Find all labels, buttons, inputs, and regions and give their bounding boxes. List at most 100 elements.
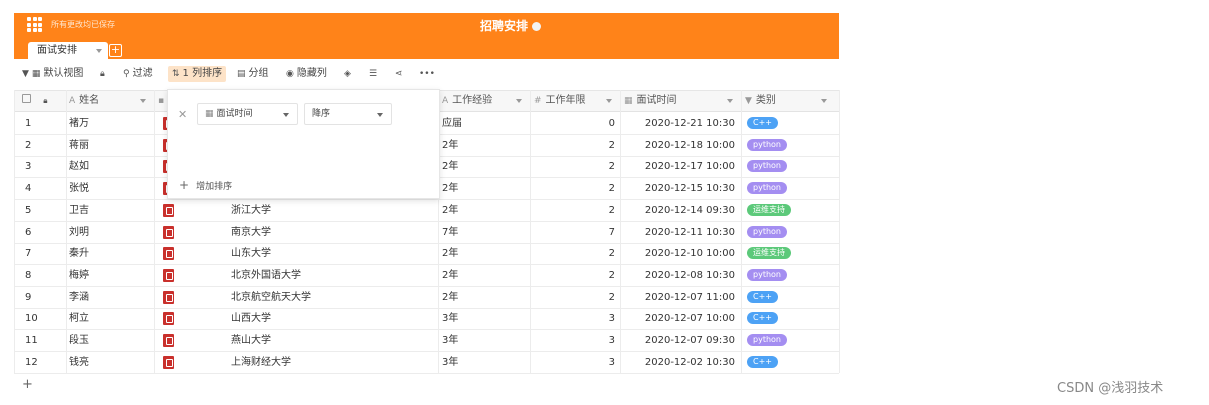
share-button[interactable]: ⋖ [395, 66, 406, 82]
more-button[interactable]: ••• [419, 66, 438, 82]
row-number[interactable]: 8 [25, 265, 55, 286]
cell-years[interactable]: 0 [534, 113, 615, 134]
column-header-category[interactable]: ▼ 类别 [741, 90, 835, 112]
cell-experience[interactable]: 2年 [442, 200, 522, 221]
chevron-down-icon[interactable] [516, 99, 522, 103]
cell-category[interactable]: C++ [747, 113, 832, 134]
table-row[interactable]: 7 秦升 山东大学 2年 2 2020-12-10 10:00 运维支持 [14, 243, 839, 266]
cell-category[interactable]: C++ [747, 308, 832, 329]
chevron-down-icon[interactable] [821, 99, 827, 103]
doc-title[interactable]: 招聘安排 [480, 19, 528, 33]
cell-name[interactable]: 褚万 [69, 113, 149, 134]
select-all-checkbox[interactable] [22, 94, 31, 103]
table-row[interactable]: 12 钱亮 上海财经大学 3年 3 2020-12-02 10:30 C++ [14, 352, 839, 374]
cell-school[interactable]: 山东大学 [231, 243, 323, 264]
cell-name[interactable]: 梅婷 [69, 265, 149, 286]
cell-years[interactable]: 2 [534, 200, 615, 221]
cell-experience[interactable]: 2年 [442, 178, 522, 199]
table-row[interactable]: 11 段玉 燕山大学 3年 3 2020-12-07 09:30 python [14, 330, 839, 352]
add-sort-button[interactable]: + 增加排序 [179, 178, 232, 192]
cell-years[interactable]: 2 [534, 156, 615, 177]
tab-interview[interactable]: 面试安排 [28, 42, 108, 59]
view-selector[interactable]: ▼ ▦ 默认视图 [22, 66, 83, 82]
cell-name[interactable]: 张悦 [69, 178, 149, 199]
cell-name[interactable]: 刘明 [69, 222, 149, 243]
cell-years[interactable]: 2 [534, 178, 615, 199]
cell-experience[interactable]: 2年 [442, 265, 522, 286]
row-number[interactable]: 7 [25, 243, 55, 264]
cell-years[interactable]: 3 [534, 352, 615, 373]
cell-category[interactable]: python [747, 330, 832, 351]
row-number[interactable]: 6 [25, 222, 55, 243]
cell-interview-time[interactable]: 2020-12-07 11:00 [626, 287, 735, 308]
row-height-button[interactable]: ☰ [369, 66, 380, 82]
cell-experience[interactable]: 2年 [442, 243, 522, 264]
table-row[interactable]: 8 梅婷 北京外国语大学 2年 2 2020-12-08 10:30 python [14, 265, 839, 287]
cell-experience[interactable]: 2年 [442, 156, 522, 177]
cell-category[interactable]: python [747, 135, 832, 156]
row-number[interactable]: 11 [25, 330, 55, 351]
row-number[interactable]: 4 [25, 178, 55, 199]
cell-years[interactable]: 7 [534, 222, 615, 243]
chevron-down-icon[interactable] [727, 99, 733, 103]
cell-name[interactable]: 蒋丽 [69, 135, 149, 156]
chevron-down-icon[interactable] [96, 49, 102, 53]
cell-school[interactable]: 上海财经大学 [231, 352, 323, 373]
close-icon[interactable]: ✕ [178, 108, 187, 121]
cell-name[interactable]: 秦升 [69, 243, 149, 264]
cell-category[interactable]: python [747, 265, 832, 286]
cell-school[interactable]: 南京大学 [231, 222, 323, 243]
cell-category[interactable]: python [747, 156, 832, 177]
apps-grid-icon[interactable] [27, 17, 42, 32]
cell-name[interactable]: 段玉 [69, 330, 149, 351]
lock-button[interactable]: 🔒︎ [100, 66, 108, 82]
row-number[interactable]: 5 [25, 200, 55, 221]
table-row[interactable]: 9 李涵 北京航空航天大学 2年 2 2020-12-07 11:00 C++ [14, 287, 839, 309]
cell-name[interactable]: 钱亮 [69, 352, 149, 373]
row-number[interactable]: 2 [25, 135, 55, 156]
row-number[interactable]: 12 [25, 352, 55, 373]
add-row-button[interactable]: + [22, 377, 33, 392]
pdf-file-icon[interactable] [163, 290, 174, 304]
pdf-file-icon[interactable] [163, 268, 174, 282]
cell-category[interactable]: C++ [747, 287, 832, 308]
cell-experience[interactable]: 3年 [442, 308, 522, 329]
pdf-file-icon[interactable] [163, 355, 174, 369]
cell-experience[interactable]: 2年 [442, 135, 522, 156]
cell-years[interactable]: 2 [534, 135, 615, 156]
select-all[interactable]: 🔒︎ [22, 90, 52, 112]
pdf-file-icon[interactable] [163, 312, 174, 326]
column-header-name[interactable]: A 姓名 [66, 90, 154, 112]
cell-category[interactable]: C++ [747, 352, 832, 373]
cell-experience[interactable]: 3年 [442, 330, 522, 351]
cell-interview-time[interactable]: 2020-12-17 10:00 [626, 156, 735, 177]
cell-interview-time[interactable]: 2020-12-02 10:30 [626, 352, 735, 373]
pdf-file-icon[interactable] [163, 334, 174, 347]
pdf-file-icon[interactable] [163, 247, 174, 261]
table-row[interactable]: 10 柯立 山西大学 3年 3 2020-12-07 10:00 C++ [14, 308, 839, 331]
cell-years[interactable]: 3 [534, 330, 615, 351]
sort-button[interactable]: ⇅ 1 列排序 [168, 66, 227, 82]
cell-experience[interactable]: 2年 [442, 287, 522, 308]
cell-experience[interactable]: 应届 [442, 113, 522, 134]
cell-school[interactable]: 北京航空航天大学 [231, 287, 323, 308]
cell-interview-time[interactable]: 2020-12-07 09:30 [626, 330, 735, 351]
cell-years[interactable]: 2 [534, 265, 615, 286]
chevron-down-icon[interactable] [606, 99, 612, 103]
cell-years[interactable]: 2 [534, 287, 615, 308]
cell-experience[interactable]: 7年 [442, 222, 522, 243]
cell-interview-time[interactable]: 2020-12-08 10:30 [626, 265, 735, 286]
cell-interview-time[interactable]: 2020-12-10 10:00 [626, 243, 735, 264]
cell-school[interactable]: 燕山大学 [231, 330, 323, 351]
cell-years[interactable]: 3 [534, 308, 615, 329]
column-header-years[interactable]: # 工作年限 [530, 90, 620, 112]
cell-name[interactable]: 赵如 [69, 156, 149, 177]
cell-school[interactable]: 山西大学 [231, 308, 323, 329]
pdf-file-icon[interactable] [163, 203, 174, 217]
filter-button[interactable]: ⚲ 过滤 [123, 66, 153, 82]
chevron-down-icon[interactable] [140, 99, 146, 103]
table-row[interactable]: 6 刘明 南京大学 7年 7 2020-12-11 10:30 python [14, 222, 839, 244]
fill-color-button[interactable]: ◈ [344, 66, 354, 82]
cell-interview-time[interactable]: 2020-12-18 10:00 [626, 135, 735, 156]
cell-category[interactable]: 运维支持 [747, 200, 832, 221]
